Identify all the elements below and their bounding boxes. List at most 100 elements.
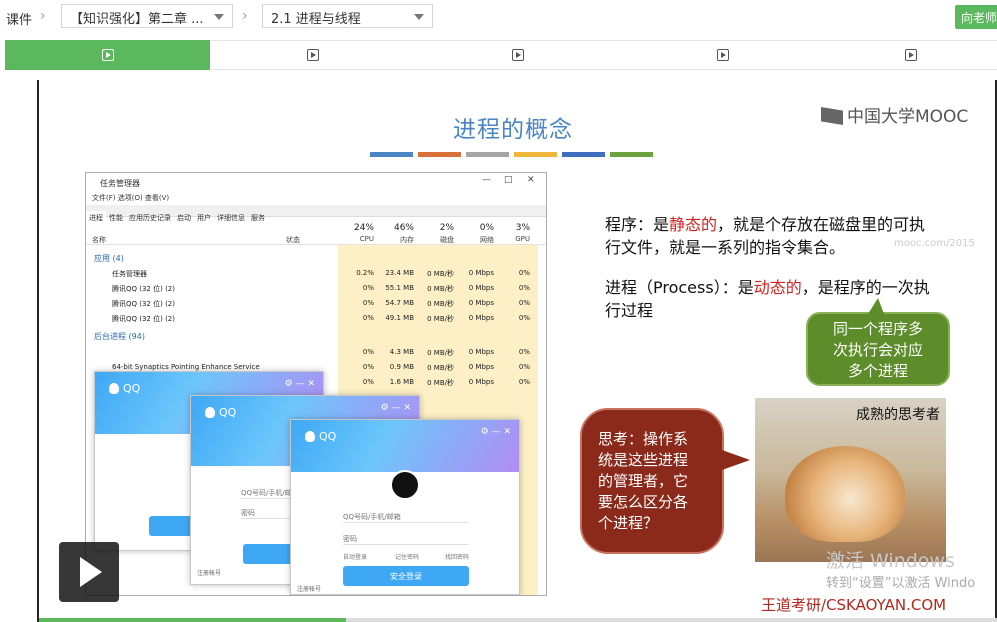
- task-manager-title: 任务管理器: [100, 179, 140, 188]
- account-field: QQ号码/手机/邮箱: [343, 512, 469, 523]
- cell: 4.3 MB: [389, 348, 414, 356]
- table-row: 任务管理器 0.2% 23.4 MB 0 MB/秒 0 Mbps 0%: [86, 266, 546, 281]
- cell: 0.2%: [356, 269, 374, 277]
- highlight-static: 静态的: [669, 215, 718, 234]
- cell: 0 MB/秒: [427, 285, 454, 293]
- col-name: 名称: [92, 236, 106, 244]
- text: 进程（Process）：是: [605, 278, 754, 297]
- col-label: GPU: [515, 235, 530, 243]
- activate-windows-title: 激活 Windows: [826, 550, 955, 572]
- mooc-logo-text: 中国大学MOOC: [847, 107, 969, 127]
- row-name: 腾讯QQ (32 位) (2): [112, 285, 175, 293]
- slide-credit: 王道考研/CSKAOYAN.COM: [761, 596, 947, 614]
- qq-login-button: 安全登录: [343, 566, 469, 586]
- note-bubble-red: 思考：操作系 统是这些进程 的管理者，它 要怎么区分各 个进程？: [580, 408, 750, 554]
- row-name: 任务管理器: [112, 270, 147, 278]
- table-row: 腾讯QQ (32 位) (2) 0% 49.1 MB 0 MB/秒 0 Mbps 0%: [86, 311, 546, 326]
- bubble-line: 统是这些进程: [598, 451, 689, 469]
- breadcrumb-root[interactable]: 课件: [6, 9, 32, 28]
- row-name: 腾讯QQ (32 位) (2): [112, 300, 175, 308]
- col-label: 网络: [480, 236, 494, 244]
- section-select[interactable]: 2.1 进程与线程: [262, 4, 433, 28]
- qq-logo: QQ: [205, 406, 236, 419]
- bubble-line: 多个进程: [847, 362, 908, 380]
- title-divider: [514, 152, 557, 157]
- thinking-dog-image: 成熟的思考者: [755, 398, 946, 562]
- cell: 0%: [518, 378, 530, 386]
- table-row: 腾讯QQ (32 位) (2) 0% 54.7 MB 0 MB/秒 0 Mbps 0%: [86, 296, 546, 311]
- title-divider: [466, 152, 509, 157]
- cell: 0 MB/秒: [427, 270, 454, 278]
- play-button[interactable]: [59, 542, 119, 602]
- qq-logo: QQ: [109, 382, 140, 395]
- cell: 0 MB/秒: [427, 379, 454, 387]
- slide-title: 进程的概念: [453, 117, 573, 143]
- col-pct: 24%: [353, 223, 374, 233]
- lesson-tab-5[interactable]: [825, 40, 997, 70]
- lesson-tab-1[interactable]: [5, 40, 210, 70]
- video-progress-bar[interactable]: [39, 618, 997, 622]
- video-play-icon: [306, 49, 319, 61]
- window-controls: ⚙ — ✕: [480, 427, 511, 437]
- note-bubble-green: 同一个程序多 次执行会对应 多个进程: [806, 298, 950, 386]
- window-controls: ⚙ — ✕: [380, 403, 411, 413]
- register-link: 注册帐号: [197, 570, 222, 577]
- cell: 0%: [518, 284, 530, 292]
- qq-penguin-avatar: [390, 470, 420, 500]
- col-pct: 0%: [479, 223, 494, 233]
- bubble-line: 次执行会对应: [832, 341, 923, 359]
- cell: 54.7 MB: [385, 299, 414, 307]
- bubble-line: 思考：操作系: [598, 430, 689, 448]
- mooc-logo-icon: [821, 107, 843, 125]
- cell: 0 MB/秒: [427, 315, 454, 323]
- col-pct: 2%: [439, 223, 454, 233]
- group-background: 后台进程 (94): [94, 332, 145, 341]
- password-field: 密码: [343, 534, 469, 545]
- col-pct: 46%: [393, 223, 414, 233]
- lesson-tab-2[interactable]: [210, 40, 415, 70]
- close-icon: ✕: [527, 175, 535, 185]
- cell: 0%: [518, 314, 530, 322]
- dog-caption: 成熟的思考者: [856, 407, 940, 423]
- row-name: 64-bit Synaptics Pointing Enhance Servic…: [112, 363, 260, 371]
- highlight-dynamic: 动态的: [753, 278, 802, 297]
- ask-teacher-button[interactable]: 向老师: [955, 5, 997, 29]
- col-label: 内存: [400, 236, 414, 244]
- cell: 0%: [518, 348, 530, 356]
- chevron-down-icon: [214, 14, 224, 20]
- video-play-icon: [511, 49, 524, 61]
- retrieve-link: 找回密码: [445, 554, 470, 561]
- video-player[interactable]: 进程的概念 中国大学MOOC 任务管理器 — □ ✕ 文件(F) 选项(O) 查…: [37, 80, 997, 622]
- video-play-icon: [716, 49, 729, 61]
- title-divider: [370, 152, 413, 157]
- lesson-tab-4[interactable]: [620, 40, 825, 70]
- task-manager-tabs: 进程 性能 应用历史记录 启动 用户 详细信息 服务: [86, 205, 546, 225]
- cell: 0%: [518, 299, 530, 307]
- chapter-select[interactable]: 【知识强化】第二章 ...: [61, 4, 233, 28]
- col-label: CPU: [359, 235, 374, 243]
- lesson-tab-3[interactable]: [415, 40, 620, 70]
- text: 程序：是: [605, 215, 670, 234]
- lesson-tabs: [5, 40, 997, 70]
- group-apps: 应用 (4): [94, 254, 124, 263]
- table-row: 0% 4.3 MB 0 MB/秒 0 Mbps 0%: [86, 345, 546, 360]
- cell: 0 MB/秒: [427, 300, 454, 308]
- cell: 23.4 MB: [385, 269, 414, 277]
- chevron-right-icon: ›: [40, 8, 46, 24]
- cell: 0%: [362, 314, 374, 322]
- title-divider: [562, 152, 605, 157]
- remember-checkbox: 记住密码: [395, 554, 420, 561]
- window-controls: ⚙ — ✕: [284, 379, 315, 389]
- register-link: 注册帐号: [297, 586, 322, 593]
- title-divider: [418, 152, 461, 157]
- qq-login-window: QQ ⚙ — ✕ QQ号码/手机/邮箱 密码 自动登录 记住密码 找回密码 安全…: [290, 419, 520, 595]
- cell: 0 MB/秒: [427, 364, 454, 372]
- chevron-down-icon: [414, 14, 424, 20]
- chevron-right-icon: ›: [242, 8, 248, 24]
- cell: 49.1 MB: [385, 314, 414, 322]
- task-manager-screenshot: 任务管理器 — □ ✕ 文件(F) 选项(O) 查看(V) 进程 性能 应用历史记录…: [85, 172, 547, 596]
- qq-logo: QQ: [305, 430, 336, 443]
- minimize-icon: —: [482, 175, 491, 185]
- cell: 0 MB/秒: [427, 349, 454, 357]
- section-select-value: 2.1 进程与线程: [271, 12, 361, 27]
